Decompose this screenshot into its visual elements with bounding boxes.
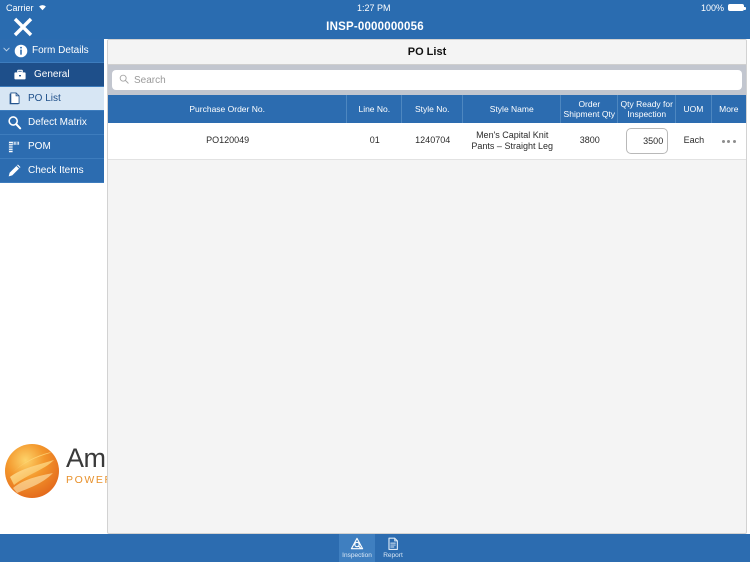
search-icon: [119, 71, 129, 89]
panel-title: PO List: [108, 40, 746, 65]
tab-inspection[interactable]: Inspection: [339, 534, 375, 562]
column-header-line-no: Line No.: [347, 95, 403, 123]
column-header-uom: UOM: [676, 95, 712, 123]
cell-line-no: 01: [369, 135, 380, 146]
battery-full-icon: [727, 4, 746, 11]
sidebar-item-label: Defect Matrix: [28, 117, 87, 128]
carrier-label: Carrier: [6, 2, 34, 13]
cell-uom: Each: [683, 135, 705, 146]
sidebar-item-form-details[interactable]: Form Details: [0, 39, 104, 63]
app-window: Carrier 1:27 PM 100% INSP-0000000056 For…: [0, 0, 750, 562]
pencil-icon: [6, 163, 22, 179]
sidebar: Form Details General PO List Defect Matr…: [0, 39, 242, 562]
search-input[interactable]: [134, 74, 735, 86]
sidebar-item-general[interactable]: General: [0, 63, 104, 87]
status-bar-left: Carrier: [6, 3, 47, 13]
status-bar-center: 1:27 PM: [357, 3, 391, 13]
sidebar-menu: Form Details General PO List Defect Matr…: [0, 39, 104, 183]
battery-percent-label: 100%: [700, 2, 724, 13]
report-icon: [386, 536, 400, 551]
sidebar-item-label: Form Details: [32, 45, 89, 56]
sidebar-item-po-list[interactable]: PO List: [0, 87, 104, 111]
sidebar-item-label: Check Items: [28, 165, 84, 176]
search-bar-container: [108, 65, 746, 95]
tab-label: Inspection: [342, 552, 372, 560]
cell-more: [712, 138, 746, 145]
status-bar: Carrier 1:27 PM 100%: [0, 0, 750, 15]
qty-ready-input[interactable]: [626, 128, 669, 154]
cell-style-name: Men's Capital Knit Pants – Straight Leg: [471, 129, 553, 151]
tab-label: Report: [383, 552, 403, 560]
sidebar-item-label: General: [34, 69, 70, 80]
table-row[interactable]: PO120049 01 1240704 Men's Capital Knit P…: [108, 123, 746, 160]
column-header-style-name: Style Name: [463, 95, 562, 123]
logo-name-first: Am: [66, 443, 106, 474]
cell-style-no: 1240704: [415, 135, 451, 146]
sidebar-item-check-items[interactable]: Check Items: [0, 159, 104, 183]
po-list-table: Purchase Order No. Line No. Style No. St…: [108, 95, 746, 160]
amber-road-swirl-icon: [4, 443, 60, 499]
column-header-order-shipment-qty: Order Shipment Qty: [561, 95, 619, 123]
sidebar-item-label: POM: [28, 141, 51, 152]
info-circle-icon: [13, 43, 29, 59]
main-panel: PO List Purchase Order No. Line No. Styl…: [107, 39, 747, 534]
document-icon: [6, 91, 22, 107]
cell-qty-ready: [618, 126, 676, 156]
ruler-icon: [6, 139, 22, 155]
table-header-row: Purchase Order No. Line No. Style No. St…: [108, 95, 746, 123]
briefcase-icon: [12, 67, 28, 83]
magnifier-icon: [6, 115, 22, 131]
column-header-style-no: Style No.: [402, 95, 464, 123]
cell-purchase-order-no: PO120049: [206, 135, 250, 146]
clock-label: 1:27 PM: [356, 2, 391, 13]
sidebar-item-label: PO List: [28, 93, 61, 104]
column-header-more: More: [719, 103, 739, 114]
tab-report[interactable]: Report: [375, 534, 411, 562]
search-box[interactable]: [112, 70, 742, 90]
column-header-qty-ready: Qty Ready for Inspection: [618, 95, 677, 123]
status-bar-right: 100%: [700, 2, 746, 13]
chevron-down-icon: [3, 46, 10, 55]
cell-order-shipment-qty: 3800: [579, 135, 600, 146]
more-ellipsis-icon[interactable]: [721, 139, 736, 143]
column-header-purchase-order-no: Purchase Order No.: [108, 95, 348, 123]
navigation-bar: INSP-0000000056: [0, 15, 750, 39]
inspection-icon: [350, 536, 364, 551]
wifi-icon: [38, 3, 47, 13]
sidebar-item-pom[interactable]: POM: [0, 135, 104, 159]
bottom-tab-bar: Inspection Report: [0, 534, 750, 562]
close-x-icon[interactable]: [8, 12, 38, 42]
page-title: INSP-0000000056: [326, 21, 424, 33]
sidebar-item-defect-matrix[interactable]: Defect Matrix: [0, 111, 104, 135]
